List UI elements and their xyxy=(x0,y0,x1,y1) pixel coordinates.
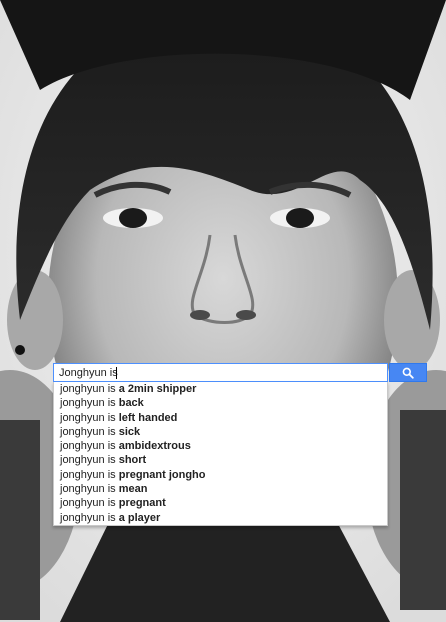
suggestion-prefix: jonghyun is xyxy=(60,383,119,395)
suggestion-item[interactable]: jonghyun is ambidextrous xyxy=(54,439,387,453)
suggestion-item[interactable]: jonghyun is a player xyxy=(54,511,387,525)
suggestion-prefix: jonghyun is xyxy=(60,497,119,510)
suggestion-completion: short xyxy=(118,454,147,467)
suggestion-prefix: jonghyun is xyxy=(60,468,119,481)
suggestion-item[interactable]: jonghyun is pregnant jongho xyxy=(54,468,387,482)
suggestion-completion: pregnant xyxy=(118,497,166,510)
suggestion-item[interactable]: jonghyun is back xyxy=(54,396,387,410)
suggestion-completion: left handed xyxy=(118,411,178,424)
suggestion-completion: pregnant jongho xyxy=(118,468,206,481)
suggestion-item[interactable]: jonghyun is a 2min shipper xyxy=(54,382,387,396)
suggestion-item[interactable]: jonghyun is pregnant xyxy=(54,496,387,510)
suggestion-prefix: jonghyun is xyxy=(60,425,119,438)
search-input[interactable] xyxy=(54,364,387,381)
suggestion-item[interactable]: jonghyun is left handed xyxy=(54,411,387,425)
suggestion-item[interactable]: jonghyun is mean xyxy=(54,482,387,496)
suggestion-item[interactable]: jonghyun is sick xyxy=(54,425,387,439)
suggestion-completion: a 2min shipper xyxy=(118,383,197,395)
suggestion-prefix: jonghyun is xyxy=(60,483,119,496)
suggestion-completion: sick xyxy=(118,425,141,438)
suggestion-completion: mean xyxy=(118,483,148,496)
suggestion-completion: back xyxy=(118,397,144,410)
suggestion-completion: ambidextrous xyxy=(118,440,191,453)
suggestion-completion: a player xyxy=(118,511,161,524)
text-caret xyxy=(116,367,117,379)
search-icon xyxy=(402,367,414,379)
suggestion-item[interactable]: jonghyun is short xyxy=(54,453,387,467)
suggestion-prefix: jonghyun is xyxy=(60,454,119,467)
suggestion-prefix: jonghyun is xyxy=(60,411,119,424)
suggestion-prefix: jonghyun is xyxy=(60,440,119,453)
autocomplete-suggestions: jonghyun is a 2min shipper jonghyun is b… xyxy=(53,382,388,526)
search-button[interactable] xyxy=(389,363,427,382)
suggestion-prefix: jonghyun is xyxy=(60,397,119,410)
portrait-photo xyxy=(0,0,446,622)
suggestion-prefix: jonghyun is xyxy=(60,511,119,524)
search-box[interactable] xyxy=(53,363,388,382)
